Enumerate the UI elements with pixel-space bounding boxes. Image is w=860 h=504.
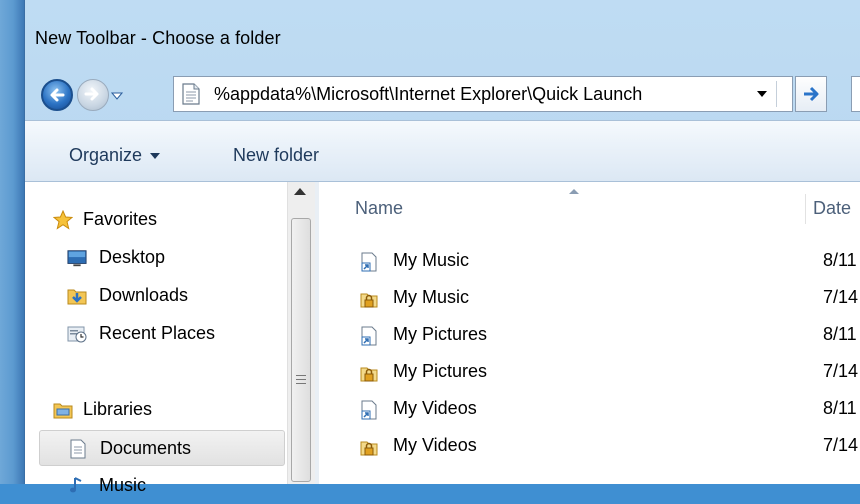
nav-item-music[interactable]: Music <box>39 468 285 504</box>
navigation-pane: Favorites Desktop Downloads Recent Place… <box>25 182 315 495</box>
nav-libraries-label: Libraries <box>83 399 153 419</box>
address-text[interactable]: %appdata%\Microsoft\Internet Explorer\Qu… <box>214 84 642 105</box>
file-date: 8/11 <box>823 250 857 270</box>
locked-folder-icon <box>360 293 378 308</box>
nav-item-label: Downloads <box>99 285 189 305</box>
back-button[interactable] <box>41 79 73 111</box>
star-icon <box>53 210 73 230</box>
file-date: 7/14 <box>823 361 859 381</box>
chevron-down-icon <box>757 91 767 97</box>
nav-libraries[interactable]: Libraries <box>39 392 285 428</box>
go-arrow-icon <box>804 86 819 102</box>
nav-item-recent-places[interactable]: Recent Places <box>39 316 285 352</box>
file-row[interactable]: My Videos 8/11 <box>319 391 860 428</box>
nav-item-downloads[interactable]: Downloads <box>39 278 285 314</box>
scroll-up-arrow-icon[interactable] <box>294 188 306 195</box>
file-name: My Videos <box>393 398 477 418</box>
shortcut-icon <box>361 400 377 420</box>
nav-pane-scrollbar[interactable] <box>287 182 315 484</box>
content-area: Favorites Desktop Downloads Recent Place… <box>25 182 860 495</box>
title-bar[interactable]: New Toolbar - Choose a folder <box>25 0 860 62</box>
file-date: 7/14 <box>823 435 859 455</box>
desktop-icon <box>67 250 87 267</box>
nav-item-label: Music <box>99 475 147 495</box>
file-row[interactable]: My Pictures 8/11 <box>319 317 860 354</box>
downloads-icon <box>67 289 87 305</box>
sort-ascending-icon <box>569 189 579 194</box>
go-button[interactable] <box>795 76 827 112</box>
chevron-down-icon <box>110 92 124 100</box>
document-icon <box>182 83 200 105</box>
navigation-bar: %appdata%\Microsoft\Internet Explorer\Qu… <box>25 62 860 120</box>
column-divider[interactable] <box>805 194 806 224</box>
nav-item-documents[interactable]: Documents <box>39 430 285 466</box>
nav-item-desktop[interactable]: Desktop <box>39 240 285 276</box>
recent-places-icon <box>67 326 87 343</box>
file-date: 8/11 <box>823 324 857 344</box>
column-header-date[interactable]: Date <box>813 198 851 219</box>
nav-item-label: Documents <box>100 438 192 458</box>
window-title: New Toolbar - Choose a folder <box>35 28 281 48</box>
command-toolbar: Organize New folder <box>25 120 860 182</box>
file-name: My Music <box>393 250 469 270</box>
recent-locations-button[interactable] <box>110 89 124 101</box>
search-box[interactable] <box>851 76 860 112</box>
forward-arrow-icon <box>84 87 99 101</box>
column-header-row: Name Date <box>319 182 860 234</box>
file-row[interactable]: My Music 7/14 <box>319 280 860 317</box>
nav-favorites-label: Favorites <box>83 209 158 229</box>
file-date: 8/11 <box>823 398 857 418</box>
file-list: Name Date My Music 8/11 My Music 7/14 My… <box>319 182 860 484</box>
forward-button[interactable] <box>77 79 109 111</box>
nav-item-label: Desktop <box>99 247 166 267</box>
file-name: My Pictures <box>393 324 488 344</box>
back-arrow-icon <box>50 88 65 102</box>
file-date: 7/14 <box>823 287 859 307</box>
locked-folder-icon <box>360 441 378 456</box>
nav-item-label: Recent Places <box>99 323 216 343</box>
locked-folder-icon <box>360 367 378 382</box>
address-separator <box>776 81 777 107</box>
file-name: My Music <box>393 287 469 307</box>
shortcut-icon <box>361 326 377 346</box>
organize-label: Organize <box>69 145 143 165</box>
address-dropdown-button[interactable] <box>752 77 774 111</box>
file-name: My Pictures <box>393 361 488 381</box>
window-edge <box>0 0 24 484</box>
new-folder-button[interactable]: New folder <box>233 145 319 166</box>
grip-icon <box>296 375 306 385</box>
file-row[interactable]: My Pictures 7/14 <box>319 354 860 391</box>
file-row[interactable]: My Videos 7/14 <box>319 428 860 465</box>
file-name: My Videos <box>393 435 477 455</box>
file-row[interactable]: My Music 8/11 <box>319 243 860 280</box>
scrollbar-thumb[interactable] <box>291 218 311 482</box>
music-icon <box>70 477 82 493</box>
shortcut-icon <box>361 252 377 272</box>
chevron-down-icon <box>150 153 161 160</box>
nav-favorites[interactable]: Favorites <box>39 202 285 238</box>
dialog-window: New Toolbar - Choose a folder %appdata%\… <box>24 0 860 495</box>
organize-button[interactable]: Organize <box>69 145 161 166</box>
column-header-name[interactable]: Name <box>355 198 403 219</box>
libraries-icon <box>53 403 73 419</box>
documents-icon <box>70 439 86 459</box>
address-bar[interactable]: %appdata%\Microsoft\Internet Explorer\Qu… <box>173 76 793 112</box>
